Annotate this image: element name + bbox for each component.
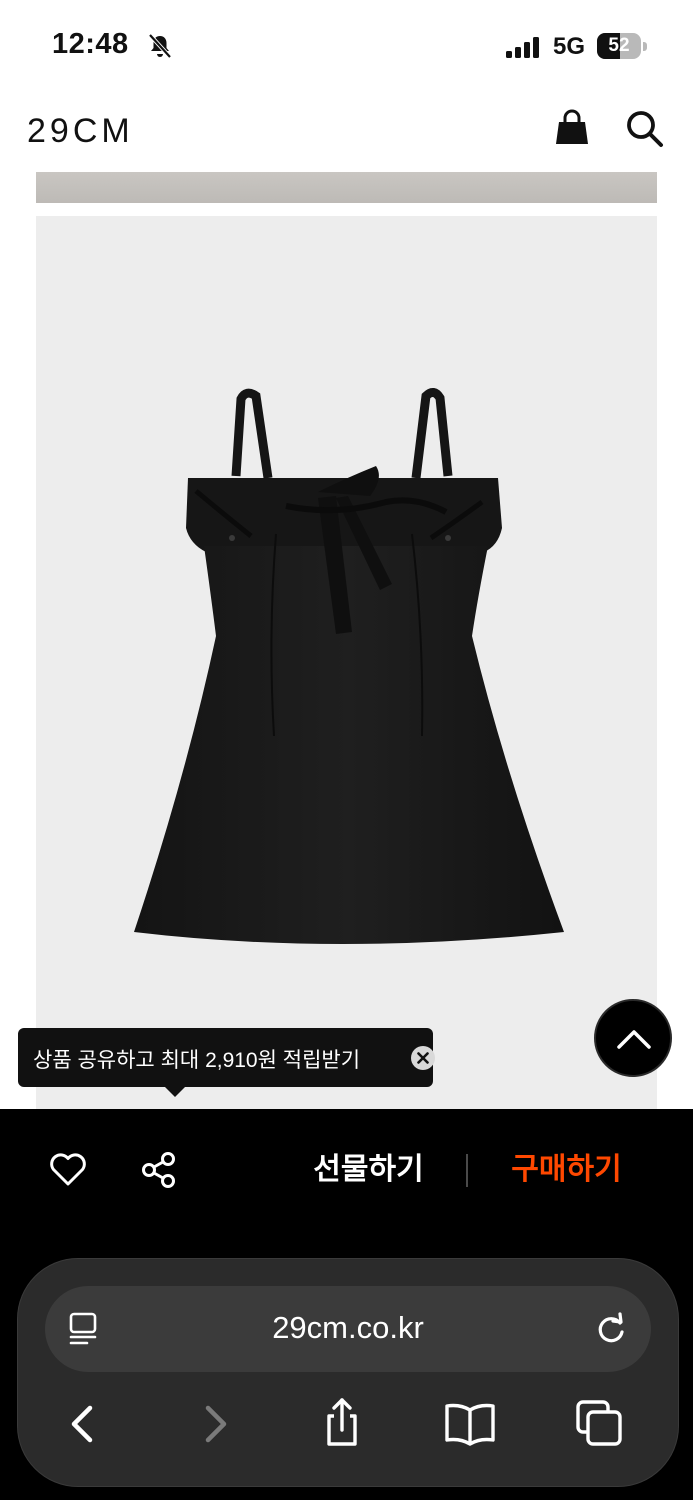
battery-indicator: 52 xyxy=(597,33,647,59)
scroll-to-top-button[interactable] xyxy=(594,999,672,1077)
search-icon[interactable] xyxy=(624,108,664,148)
divider xyxy=(466,1154,468,1187)
bookmarks-button[interactable] xyxy=(440,1394,500,1454)
bell-slash-icon xyxy=(148,33,172,59)
purchase-bar: 선물하기 구매하기 29cm.co.kr xyxy=(0,1109,693,1500)
browser-toolbar: 29cm.co.kr xyxy=(18,1259,678,1486)
tabs-icon xyxy=(576,1400,622,1446)
heart-icon[interactable] xyxy=(48,1151,88,1187)
tooltip-close-button[interactable] xyxy=(411,1046,435,1070)
status-time: 12:48 xyxy=(52,28,129,60)
tooltip-text: 상품 공유하고 최대 2,910원 적립받기 xyxy=(33,1049,361,1072)
previous-product-image xyxy=(36,172,657,203)
browser-nav-row xyxy=(18,1394,678,1454)
bookmarks-icon xyxy=(445,1403,495,1446)
battery-level: 52 xyxy=(608,35,630,56)
share-sheet-button[interactable] xyxy=(312,1394,372,1454)
dress-photo xyxy=(134,388,564,944)
share-sheet-icon xyxy=(327,1398,357,1446)
tabs-button[interactable] xyxy=(570,1394,630,1454)
signal-icon xyxy=(506,37,539,58)
back-button[interactable] xyxy=(52,1394,112,1454)
address-bar[interactable]: 29cm.co.kr xyxy=(45,1286,651,1372)
shopping-bag-icon[interactable] xyxy=(554,108,590,148)
chevron-up-icon xyxy=(617,1030,651,1049)
buy-button[interactable]: 구매하기 xyxy=(494,1149,639,1191)
share-reward-tooltip: 상품 공유하고 최대 2,910원 적립받기 xyxy=(18,1028,435,1097)
forward-icon xyxy=(205,1405,227,1443)
reload-icon[interactable] xyxy=(593,1310,629,1348)
gift-button[interactable]: 선물하기 xyxy=(296,1149,441,1191)
url-text[interactable]: 29cm.co.kr xyxy=(155,1310,541,1346)
app-header: 29CM xyxy=(0,90,693,172)
status-bar: 12:48 5G 52 xyxy=(0,0,693,90)
reader-icon[interactable] xyxy=(67,1311,103,1347)
close-icon xyxy=(417,1052,429,1064)
network-label: 5G xyxy=(553,33,586,60)
share-icon[interactable] xyxy=(140,1151,178,1189)
logo[interactable]: 29CM xyxy=(27,112,134,151)
forward-button[interactable] xyxy=(186,1394,246,1454)
back-icon xyxy=(71,1405,93,1443)
product-image xyxy=(36,216,657,1116)
tooltip-arrow xyxy=(165,1087,185,1097)
